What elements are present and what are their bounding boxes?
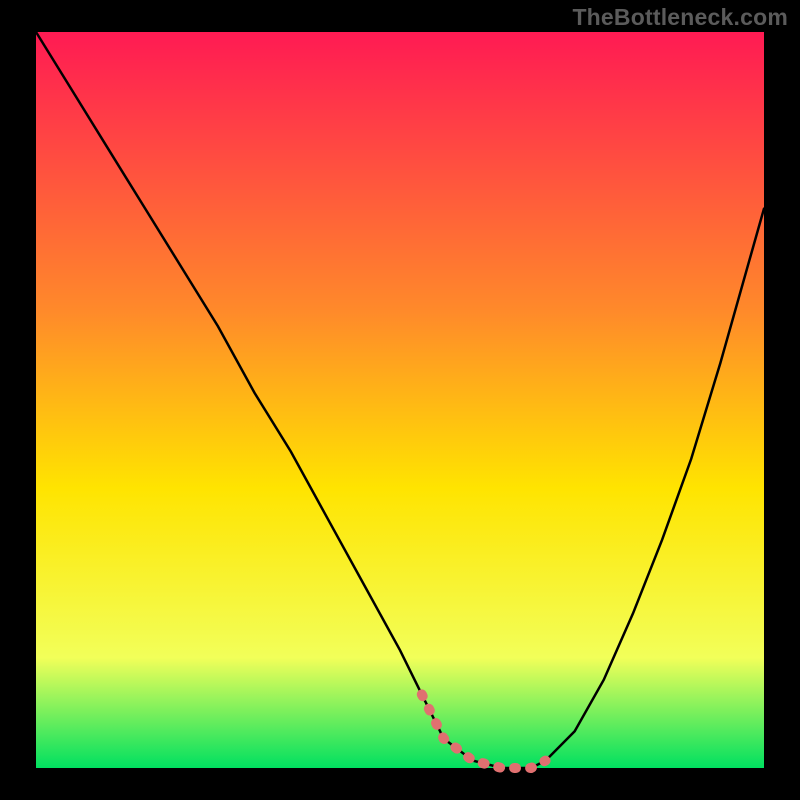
- chart-container: TheBottleneck.com: [0, 0, 800, 800]
- plot-area: [36, 32, 764, 768]
- chart-svg: [0, 0, 800, 800]
- watermark-text: TheBottleneck.com: [572, 4, 788, 31]
